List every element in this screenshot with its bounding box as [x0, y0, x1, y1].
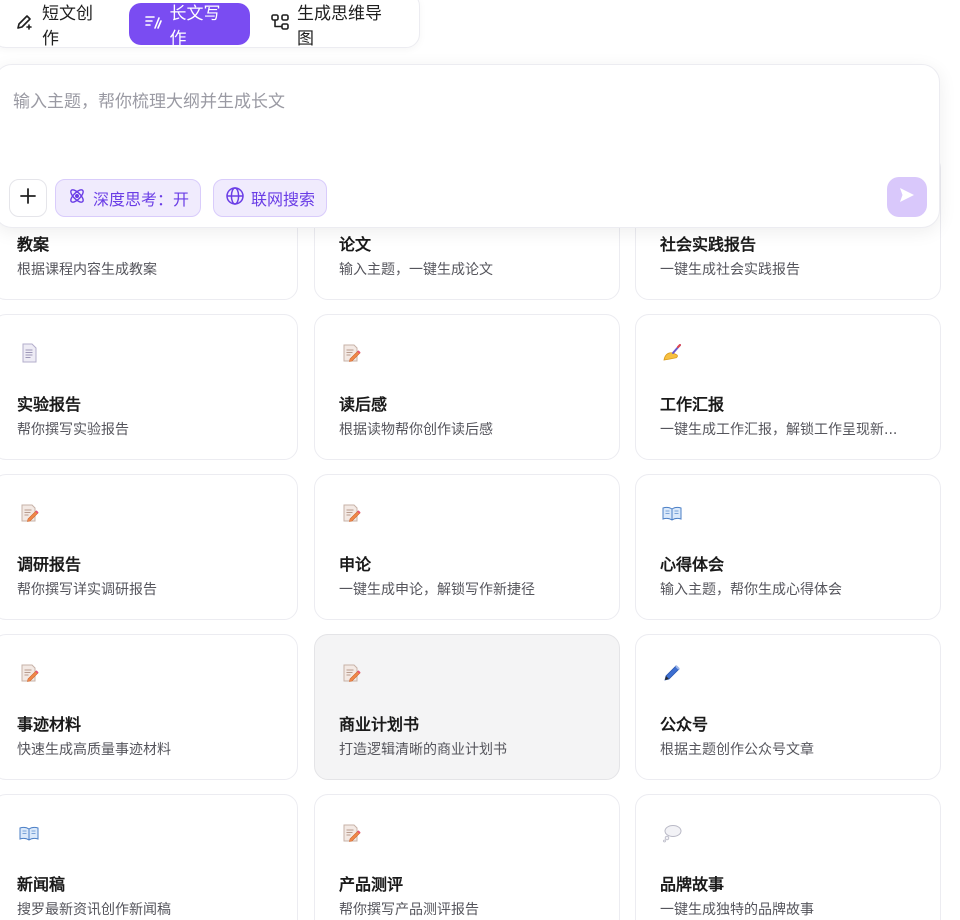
pen-sparkle-icon: [15, 12, 35, 37]
template-card[interactable]: 品牌故事一键生成独特的品牌故事: [635, 794, 941, 920]
template-card[interactable]: 心得体会输入主题，帮你生成心得体会: [635, 474, 941, 620]
card-description: 根据读物帮你创作读后感: [339, 422, 493, 438]
card-description: 输入主题，帮你生成心得体会: [660, 582, 842, 598]
template-card[interactable]: 事迹材料快速生成高质量事迹材料: [0, 634, 298, 780]
chip-label: 深度思考：开: [93, 190, 190, 209]
memo-icon: [17, 501, 41, 525]
card-description: 帮你撰写实验报告: [17, 422, 129, 438]
open-book-icon: [660, 501, 684, 525]
card-description: 一键生成独特的品牌故事: [660, 902, 814, 918]
card-description: 一键生成申论，解锁写作新捷径: [339, 582, 535, 598]
mind-map-icon: [270, 12, 290, 37]
card-title: 产品测评: [339, 875, 404, 894]
tab-short-writing[interactable]: 短文创作: [1, 3, 123, 49]
tab-mind-map[interactable]: 生成思维导图: [256, 3, 411, 49]
mode-tab-bar: 短文创作 长文写作 生成思维导图: [0, 0, 420, 49]
card-description: 一键生成社会实践报告: [660, 262, 800, 278]
template-card[interactable]: 工作汇报一键生成工作汇报，解锁工作呈现新...: [635, 314, 941, 460]
memo-icon: [17, 661, 41, 685]
card-title: 公众号: [660, 715, 709, 734]
template-card[interactable]: 申论一键生成申论，解锁写作新捷径: [314, 474, 620, 620]
thought-balloon-icon: [660, 821, 684, 845]
card-description: 快速生成高质量事迹材料: [17, 742, 171, 758]
memo-icon: [339, 821, 363, 845]
card-title: 工作汇报: [660, 395, 725, 414]
globe-icon: [225, 186, 245, 210]
template-card[interactable]: 实验报告帮你撰写实验报告: [0, 314, 298, 460]
memo-icon: [339, 501, 363, 525]
deep-think-toggle[interactable]: 深度思考：开: [55, 179, 202, 217]
open-book-icon: [17, 821, 41, 845]
long-text-icon: [143, 12, 163, 37]
card-description: 根据课程内容生成教案: [17, 262, 157, 278]
chip-label: 联网搜索: [251, 190, 316, 209]
tab-label: 短文创作: [42, 4, 93, 49]
card-title: 教案: [17, 235, 50, 254]
atom-icon: [67, 186, 87, 210]
card-title: 调研报告: [17, 555, 82, 574]
card-title: 新闻稿: [17, 875, 66, 894]
card-description: 帮你撰写详实调研报告: [17, 582, 157, 598]
send-icon: [898, 186, 916, 208]
card-description: 打造逻辑清晰的商业计划书: [339, 742, 507, 758]
template-card[interactable]: 产品测评帮你撰写产品测评报告: [314, 794, 620, 920]
memo-icon: [339, 341, 363, 365]
card-description: 根据主题创作公众号文章: [660, 742, 814, 758]
card-title: 商业计划书: [339, 715, 420, 734]
writing-hand-icon: [660, 341, 684, 365]
send-button[interactable]: [887, 177, 927, 217]
tab-label: 生成思维导图: [297, 4, 383, 49]
prompt-composer: 深度思考：开 联网搜索: [0, 64, 940, 228]
add-attachment-button[interactable]: [9, 179, 47, 217]
memo-icon: [339, 661, 363, 685]
template-card[interactable]: 商业计划书打造逻辑清晰的商业计划书: [314, 634, 620, 780]
card-title: 心得体会: [660, 555, 725, 574]
template-card[interactable]: 公众号根据主题创作公众号文章: [635, 634, 941, 780]
pen-icon: [660, 661, 684, 685]
card-title: 社会实践报告: [660, 235, 757, 254]
card-description: 输入主题，一键生成论文: [339, 262, 493, 278]
web-search-toggle[interactable]: 联网搜索: [213, 179, 328, 217]
card-title: 实验报告: [17, 395, 82, 414]
card-description: 帮你撰写产品测评报告: [339, 902, 479, 918]
tab-long-writing[interactable]: 长文写作: [128, 3, 251, 49]
card-title: 事迹材料: [17, 715, 82, 734]
card-title: 读后感: [339, 395, 388, 414]
plus-icon: [18, 186, 38, 210]
tab-label: 长文写作: [169, 4, 221, 49]
card-title: 论文: [339, 235, 372, 254]
card-title: 品牌故事: [660, 875, 725, 894]
prompt-input[interactable]: [13, 85, 873, 119]
template-card[interactable]: 调研报告帮你撰写详实调研报告: [0, 474, 298, 620]
card-title: 申论: [339, 555, 372, 574]
card-description: 搜罗最新资讯创作新闻稿: [17, 902, 171, 918]
template-card[interactable]: 读后感根据读物帮你创作读后感: [314, 314, 620, 460]
page-facing-up-icon: [17, 341, 41, 365]
template-card[interactable]: 新闻稿搜罗最新资讯创作新闻稿: [0, 794, 298, 920]
card-description: 一键生成工作汇报，解锁工作呈现新...: [660, 422, 898, 438]
